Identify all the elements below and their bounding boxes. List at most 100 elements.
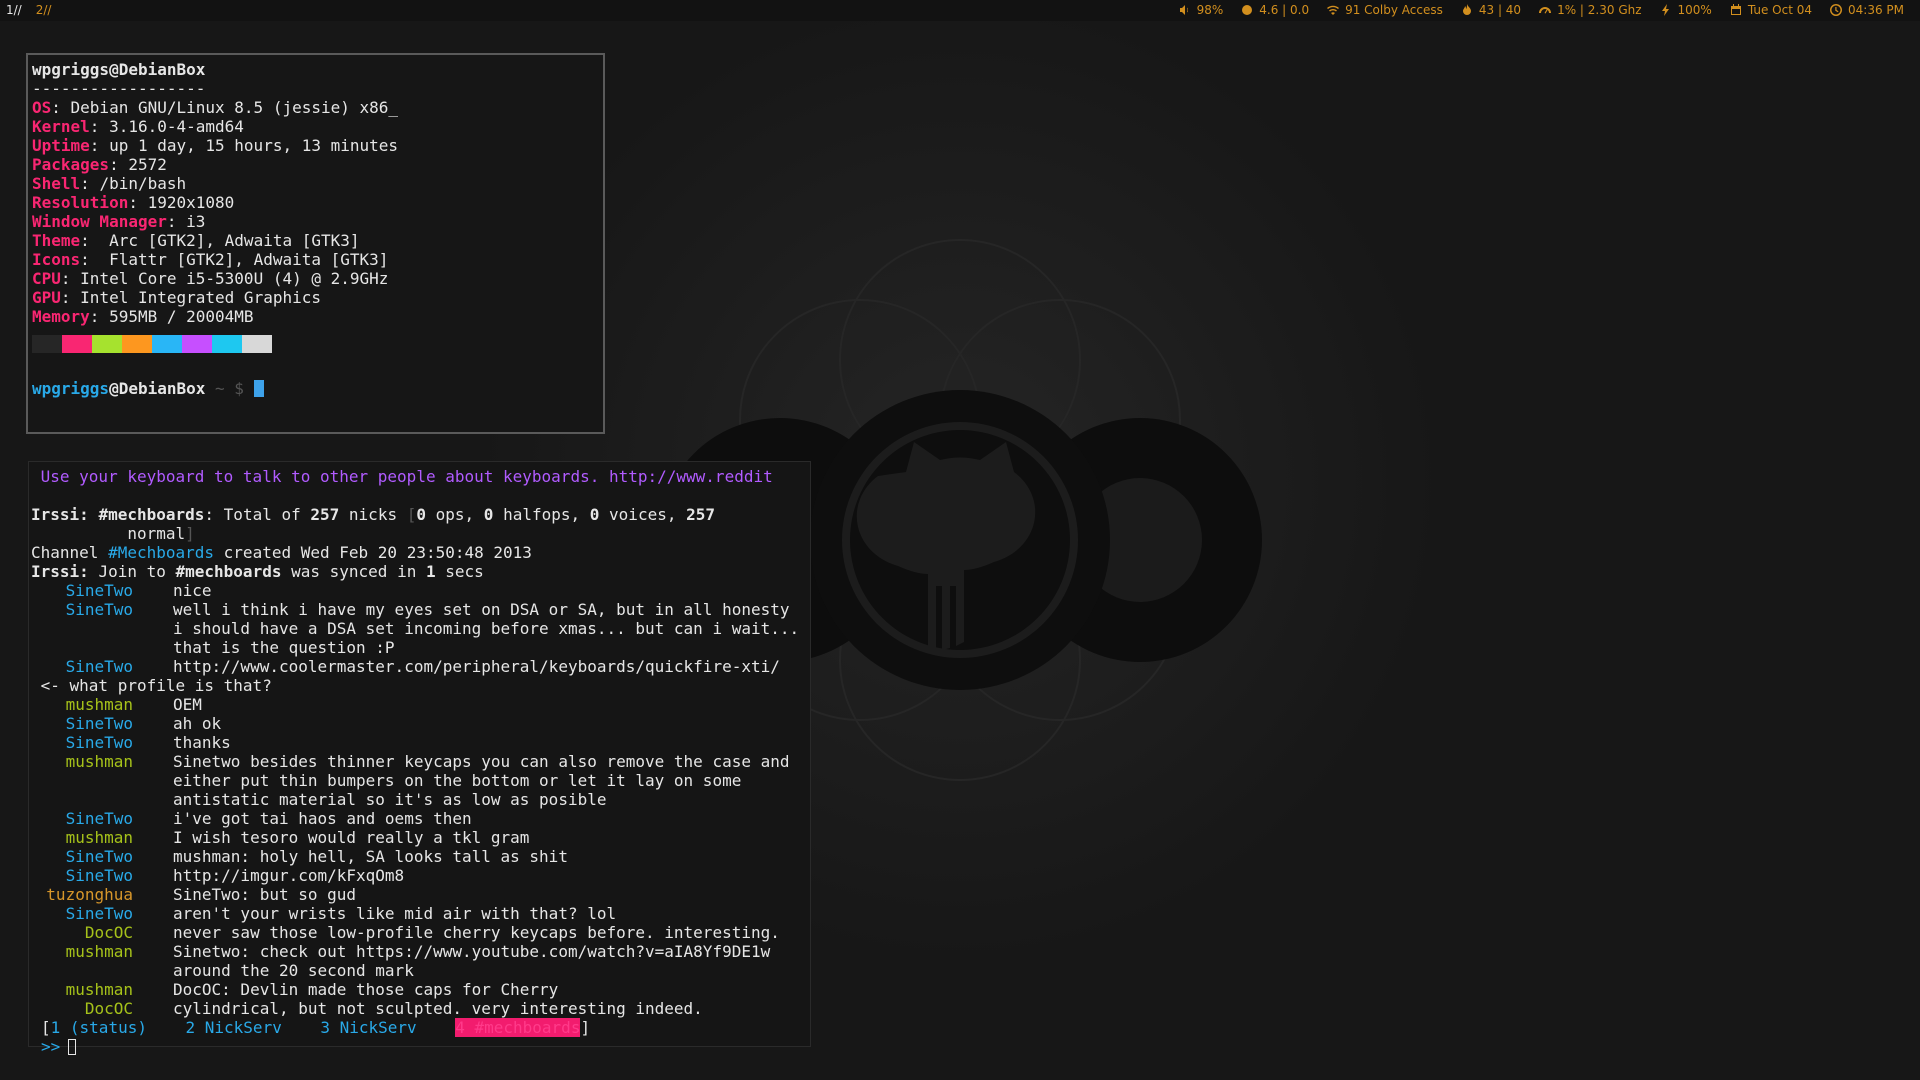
message-nick[interactable]: mushman — [31, 942, 133, 980]
message-text: i've got tai haos and oems then — [173, 809, 472, 828]
fetch-field: Resolution: 1920x1080 — [32, 193, 599, 212]
status-battery: 100% — [1660, 3, 1712, 17]
fetch-field: Packages: 2572 — [32, 155, 599, 174]
message-text: SineTwo: but so gud — [173, 885, 357, 904]
message-nick[interactable]: SineTwo — [31, 714, 133, 733]
message-nick[interactable]: mushman — [31, 980, 133, 999]
message-nick[interactable]: SineTwo — [31, 847, 133, 866]
status-date: Tue Oct 04 — [1730, 3, 1812, 17]
neofetch-terminal[interactable]: wpgriggs@DebianBox ------------------ OS… — [26, 53, 605, 434]
message-text: well i think i have my eyes set on DSA o… — [173, 600, 809, 657]
message-text: thanks — [173, 733, 231, 752]
input-line[interactable]: >> — [41, 1037, 808, 1056]
status-blocks: 98% 4.6 | 0.0 91 Colby Access 43 | 40 1%… — [1179, 3, 1904, 17]
fetch-field-key: Uptime — [32, 136, 90, 155]
channel-created: Channel #Mechboards created Wed Feb 20 2… — [31, 543, 532, 562]
chat-message: mushman OEM — [31, 695, 808, 714]
message-text: http://www.coolermaster.com/peripheral/k… — [173, 657, 780, 676]
input-cursor[interactable] — [68, 1039, 77, 1055]
window-4-mechboards[interactable]: 4 #mechboards — [455, 1018, 581, 1037]
color-swatch — [152, 335, 182, 353]
chat-log: SineTwo nice SineTwo well i think i have my… — [31, 581, 808, 1018]
chat-message: <- what profile is that? — [31, 676, 808, 695]
i3-status-bar: 1// 2// 98% 4.6 | 0.0 91 Colby Access 43… — [0, 0, 1920, 21]
message-nick[interactable]: DocOC — [31, 999, 133, 1018]
message-nick[interactable]: mushman — [31, 752, 133, 809]
message-nick[interactable]: SineTwo — [31, 657, 133, 676]
message-text: <- what profile is that? — [31, 676, 272, 695]
status-load: 4.6 | 0.0 — [1241, 3, 1309, 17]
globe-icon — [1242, 5, 1253, 15]
color-palette — [32, 335, 599, 353]
status-battery-text: 100% — [1677, 3, 1712, 17]
message-text: cylindrical, but not sculpted. very inte… — [173, 999, 703, 1018]
color-swatch — [92, 335, 122, 353]
message-text: DocOC: Devlin made those caps for Cherry — [173, 980, 559, 999]
clock-icon — [1830, 4, 1842, 16]
message-nick[interactable]: DocOC — [31, 923, 133, 942]
window-2-nickserv[interactable]: 2 NickServ — [186, 1018, 282, 1037]
chat-message: SineTwo ah ok — [31, 714, 808, 733]
status-volume: 98% — [1179, 3, 1223, 17]
message-nick[interactable]: mushman — [31, 828, 133, 847]
workspace-1-button[interactable]: 1// — [6, 3, 22, 17]
join-synced: Irssi: Join to #mechboards was synced in… — [31, 562, 484, 581]
fetch-field: Uptime: up 1 day, 15 hours, 13 minutes — [32, 136, 599, 155]
fetch-field: Kernel: 3.16.0-4-amd64 — [32, 117, 599, 136]
fetch-field: GPU: Intel Integrated Graphics — [32, 288, 599, 307]
message-nick[interactable]: SineTwo — [31, 904, 133, 923]
status-cpu-text: 1% | 2.30 Ghz — [1557, 3, 1642, 17]
fetch-field-key: Window Manager — [32, 212, 167, 231]
fetch-field-value: : i3 — [166, 212, 206, 231]
chat-message: SineTwo well i think i have my eyes set o… — [31, 600, 808, 657]
fetch-field-value: : Debian GNU/Linux 8.5 (jessie) x86_ — [51, 98, 399, 117]
fetch-field-value: : Intel Integrated Graphics — [60, 288, 321, 307]
chat-message: SineTwo nice — [31, 581, 808, 600]
window-list: [1 (status) 2 NickServ 3 NickServ 4 #mec… — [41, 1018, 591, 1037]
calendar-icon — [1730, 4, 1741, 15]
window-1-status[interactable]: 1 (status) — [51, 1018, 147, 1037]
message-nick[interactable]: SineTwo — [31, 581, 133, 600]
message-nick[interactable]: tuzonghua — [31, 885, 133, 904]
fetch-field-key: Kernel — [32, 117, 90, 136]
message-text: mushman: holy hell, SA looks tall as shi… — [173, 847, 568, 866]
chat-message: SineTwo aren't your wrists like mid air w… — [31, 904, 808, 923]
status-load-text: 4.6 | 0.0 — [1259, 3, 1310, 17]
chat-message: mushman DocOC: Devlin made those caps for… — [31, 980, 808, 999]
window-3-nickserv[interactable]: 3 NickServ — [320, 1018, 416, 1037]
irssi-terminal[interactable]: Use your keyboard to talk to other peopl… — [28, 461, 811, 1056]
shell-prompt[interactable]: wpgriggs@DebianBox ~ $ — [32, 379, 599, 398]
fetch-field-key: OS — [32, 98, 52, 117]
fire-icon — [1462, 4, 1471, 15]
message-text: OEM — [173, 695, 202, 714]
fetch-field-value: : Flattr [GTK2], Adwaita [GTK3] — [80, 250, 389, 269]
fetch-field-key: Shell — [32, 174, 81, 193]
fetch-info-list: OS: Debian GNU/Linux 8.5 (jessie) x86_ Ke… — [32, 98, 599, 326]
fetch-field: Window Manager: i3 — [32, 212, 599, 231]
fetch-field-value: : 1920x1080 — [128, 193, 235, 212]
message-nick[interactable]: SineTwo — [31, 809, 133, 828]
fetch-field: Theme: Arc [GTK2], Adwaita [GTK3] — [32, 231, 599, 250]
status-time: 04:36 PM — [1830, 3, 1904, 17]
workspace-2-button[interactable]: 2// — [36, 3, 52, 17]
fetch-field-key: Icons — [32, 250, 81, 269]
fetch-field-value: : 2572 — [109, 155, 167, 174]
message-text: Sinetwo: check out https://www.youtube.c… — [173, 942, 780, 980]
volume-icon — [1179, 5, 1188, 15]
input-prompt: >> — [41, 1037, 61, 1056]
fetch-field-key: Memory — [32, 307, 90, 326]
message-nick[interactable]: SineTwo — [31, 733, 133, 752]
fetch-field-value: : up 1 day, 15 hours, 13 minutes — [89, 136, 399, 155]
chat-message: SineTwo i've got tai haos and oems then — [31, 809, 808, 828]
nick-summary: Irssi: #mechboards: Total of 257 nicks [… — [31, 505, 716, 543]
chat-message: mushman Sinetwo besides thinner keycaps y… — [31, 752, 808, 809]
message-nick[interactable]: SineTwo — [31, 600, 133, 657]
color-swatch — [32, 335, 62, 353]
message-nick[interactable]: SineTwo — [31, 866, 133, 885]
color-swatch — [242, 335, 272, 353]
fetch-field-value: : 595MB / 20004MB — [89, 307, 254, 326]
status-cpu: 1% | 2.30 Ghz — [1539, 3, 1642, 17]
wifi-icon — [1327, 5, 1340, 15]
message-nick[interactable]: mushman — [31, 695, 133, 714]
bolt-icon — [1661, 4, 1669, 16]
